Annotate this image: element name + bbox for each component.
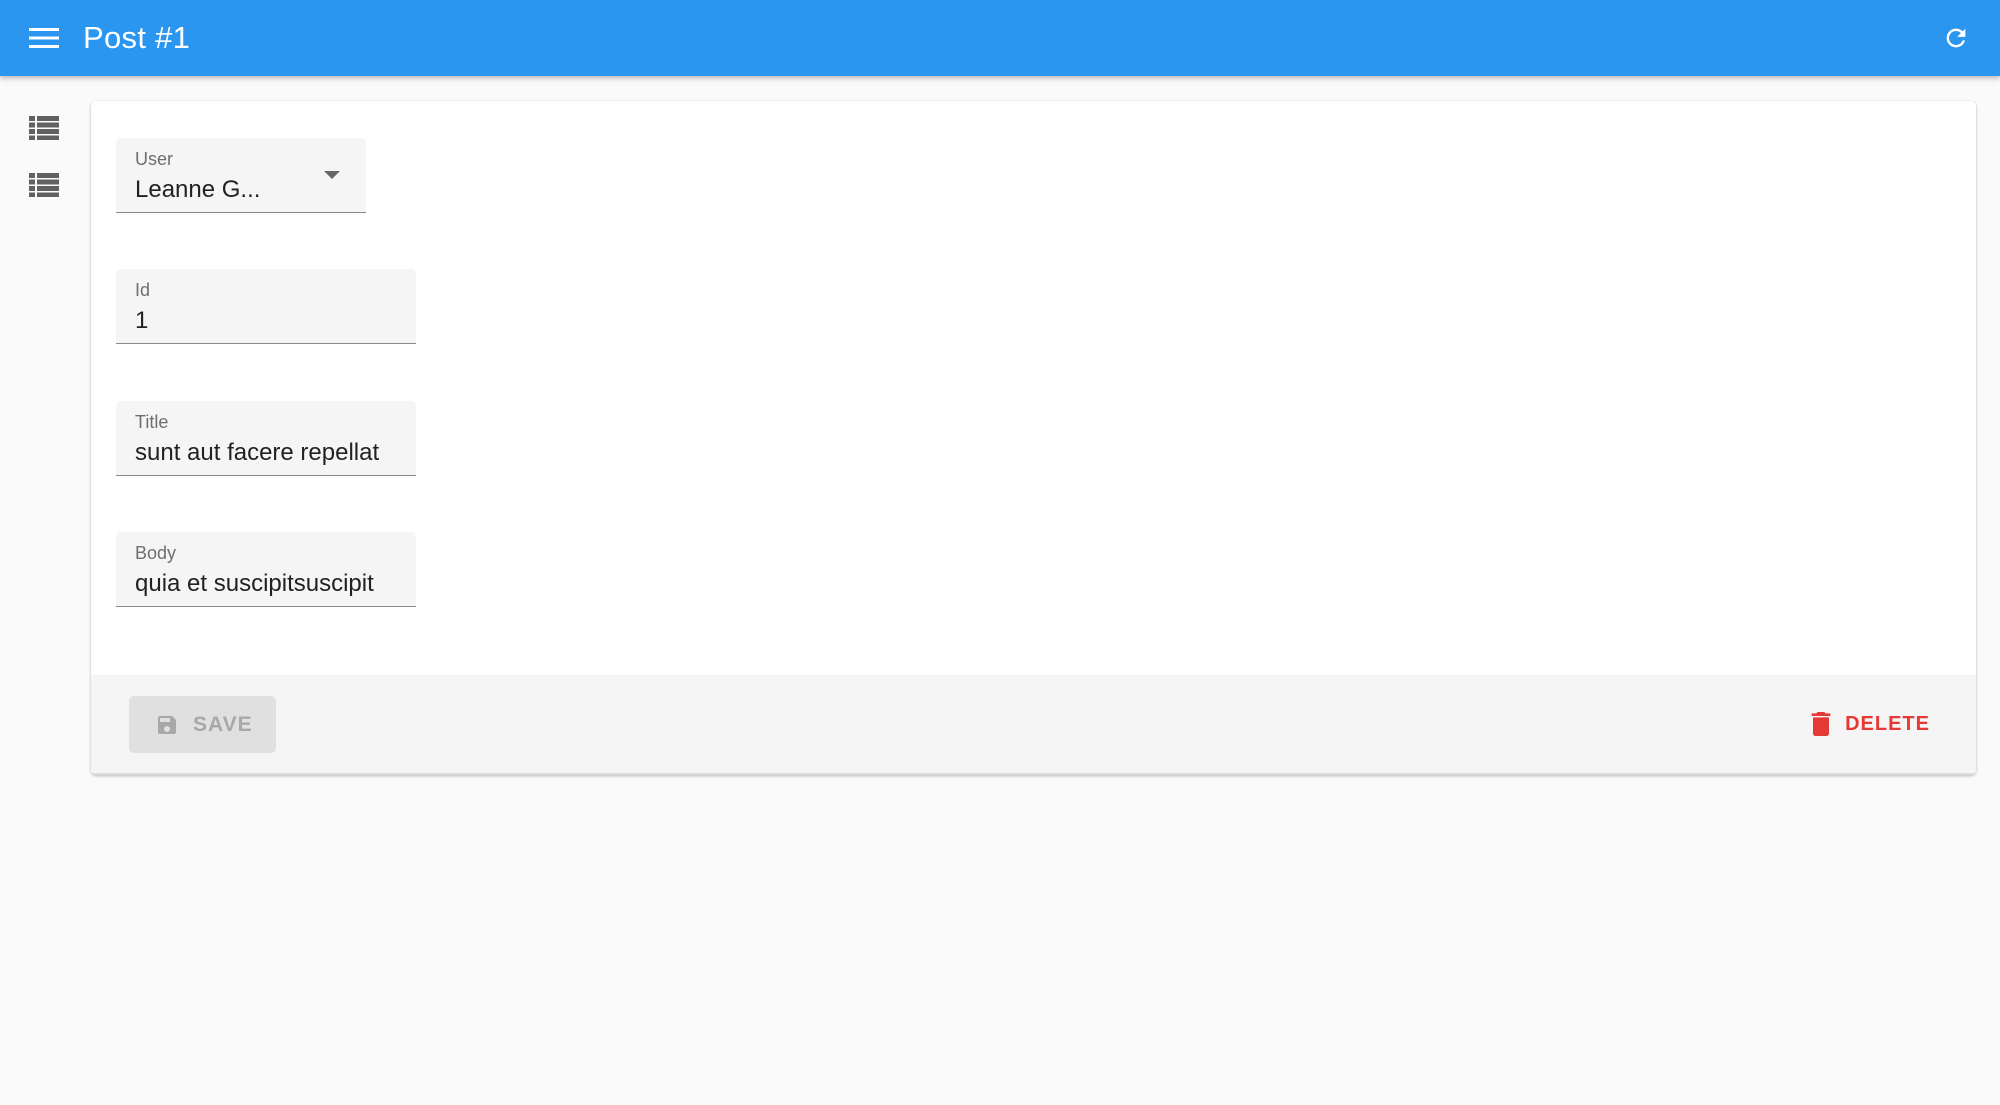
title-value: sunt aut facere repellat (135, 439, 380, 466)
delete-button[interactable]: DELETE (1799, 702, 1942, 746)
form-toolbar: SAVE DELETE (91, 675, 1976, 775)
sidebar-item-users[interactable] (22, 165, 66, 205)
page-title: Post #1 (83, 20, 191, 55)
user-label: User (135, 149, 174, 169)
dropdown-arrow-icon (324, 171, 340, 179)
user-value: Leanne G... (135, 176, 261, 203)
refresh-icon (1946, 28, 1966, 48)
sidebar-item-posts[interactable] (22, 108, 66, 148)
list-icon (29, 173, 59, 197)
body-label: Body (135, 543, 177, 563)
body-field[interactable]: Body quia et suscipitsuscipit (116, 532, 416, 607)
title-field[interactable]: Title sunt aut facere repellat (116, 401, 416, 476)
save-icon (158, 715, 176, 734)
body-value: quia et suscipitsuscipit (135, 570, 374, 597)
app-bar: Post #1 (0, 0, 2000, 76)
save-label: SAVE (193, 712, 253, 736)
refresh-button[interactable] (1936, 18, 1976, 58)
list-icon (29, 116, 59, 140)
save-button[interactable]: SAVE (129, 696, 276, 753)
delete-label: DELETE (1845, 712, 1930, 735)
edit-form-card: User Leanne G... Id 1 Title sunt aut fac… (91, 101, 1976, 775)
title-label: Title (135, 412, 169, 432)
id-label: Id (135, 280, 151, 300)
menu-button[interactable] (24, 20, 64, 56)
id-value: 1 (135, 307, 149, 334)
id-field[interactable]: Id 1 (116, 269, 416, 344)
menu-icon (29, 28, 59, 48)
trash-icon (1811, 712, 1831, 736)
user-select[interactable]: User Leanne G... (116, 138, 366, 213)
